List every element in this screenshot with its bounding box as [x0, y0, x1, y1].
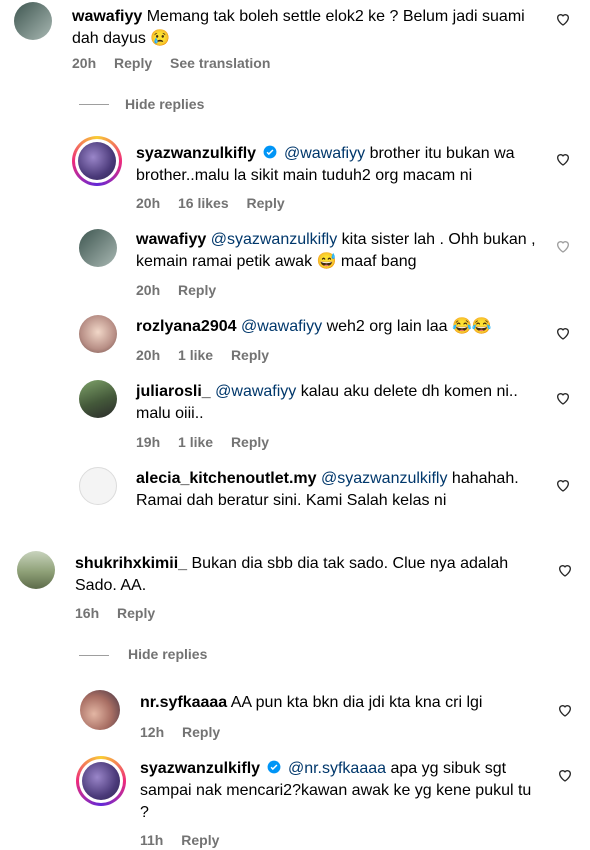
heart-icon[interactable] — [557, 562, 573, 578]
heart-icon[interactable] — [555, 11, 571, 27]
avatar[interactable] — [72, 136, 122, 186]
hide-replies-button[interactable]: Hide replies — [125, 96, 204, 112]
reply-body-continued: maaf bang — [340, 253, 417, 270]
emoji: 😅 — [316, 253, 337, 270]
comment-username[interactable]: wawafiyy — [72, 8, 142, 25]
hide-replies-button[interactable]: Hide replies — [128, 646, 207, 662]
comment-time: 20h — [72, 55, 97, 71]
reply-meta: 20h Reply — [136, 280, 230, 300]
heart-icon[interactable] — [555, 325, 571, 341]
reply-button[interactable]: Reply — [178, 282, 216, 298]
reply-text: syazwanzulkifly @wawafiyy brother itu bu… — [136, 143, 541, 187]
reply-meta: 12h Reply — [140, 722, 234, 742]
mention-link[interactable]: @syazwanzulkifly — [211, 231, 338, 248]
see-translation-button[interactable]: See translation — [170, 55, 270, 71]
verified-badge-icon — [263, 145, 276, 159]
reply-button[interactable]: Reply — [114, 55, 152, 71]
reply-button[interactable]: Reply — [182, 724, 220, 740]
avatar[interactable] — [17, 551, 55, 589]
reply-button[interactable]: Reply — [247, 195, 285, 211]
likes-count[interactable]: 16 likes — [178, 195, 229, 211]
reply-text: syazwanzulkifly @nr.syfkaaaa apa yg sibu… — [140, 758, 540, 824]
heart-icon[interactable] — [555, 238, 571, 254]
mention-link[interactable]: @syazwanzulkifly — [321, 470, 448, 487]
reply-text: juliarosli_ @wawafiyy kalau aku delete d… — [136, 381, 541, 425]
reply-time: 20h — [136, 195, 161, 211]
heart-icon[interactable] — [557, 702, 573, 718]
comment-meta: 20h Reply See translation — [72, 53, 284, 73]
avatar[interactable] — [79, 315, 117, 353]
reply-username[interactable]: alecia_kitchenoutlet.my — [136, 470, 317, 487]
avatar[interactable] — [14, 2, 52, 40]
reply-username[interactable]: syazwanzulkifly — [140, 760, 260, 777]
heart-icon[interactable] — [555, 151, 571, 167]
reply-meta: 20h 16 likes Reply — [136, 193, 299, 213]
divider — [79, 104, 109, 105]
avatar[interactable] — [79, 467, 117, 505]
reply-button[interactable]: Reply — [181, 832, 219, 848]
avatar[interactable] — [76, 756, 126, 806]
comment-username[interactable]: shukrihxkimii_ — [75, 555, 187, 572]
likes-count[interactable]: 1 like — [178, 434, 213, 450]
mention-link[interactable]: @nr.syfkaaaa — [288, 760, 386, 777]
avatar[interactable] — [79, 380, 117, 418]
emoji: 😂😂 — [452, 318, 492, 335]
reply-body: weh2 org lain laa — [326, 318, 448, 335]
reply-username[interactable]: rozlyana2904 — [136, 318, 237, 335]
reply-body: AA pun kta bkn dia jdi kta kna cri lgi — [230, 694, 483, 711]
mention-link[interactable]: @wawafiyy — [284, 145, 365, 162]
reply-time: 19h — [136, 434, 161, 450]
avatar[interactable] — [80, 690, 120, 730]
mention-link[interactable]: @wawafiyy — [215, 383, 296, 400]
heart-icon[interactable] — [557, 767, 573, 783]
reply-time: 11h — [140, 832, 164, 848]
reply-text: nr.syfkaaaa AA pun kta bkn dia jdi kta k… — [140, 692, 540, 714]
verified-badge-icon — [267, 760, 280, 774]
reply-meta: 20h 1 like Reply — [136, 345, 283, 365]
reply-time: 20h — [136, 282, 161, 298]
reply-time: 20h — [136, 347, 161, 363]
reply-username[interactable]: juliarosli_ — [136, 383, 211, 400]
reply-button[interactable]: Reply — [231, 434, 269, 450]
reply-meta: 19h 1 like Reply — [136, 432, 283, 452]
reply-button[interactable]: Reply — [231, 347, 269, 363]
comment-text: shukrihxkimii_ Bukan dia sbb dia tak sad… — [75, 553, 540, 597]
comment-meta: 16h Reply — [75, 603, 169, 623]
comment-time: 16h — [75, 605, 100, 621]
heart-icon[interactable] — [555, 477, 571, 493]
reply-text: rozlyana2904 @wawafiyy weh2 org lain laa… — [136, 316, 541, 338]
reply-time: 12h — [140, 724, 165, 740]
reply-text: alecia_kitchenoutlet.my @syazwanzulkifly… — [136, 468, 541, 512]
reply-meta: 11h Reply — [140, 830, 233, 850]
reply-button[interactable]: Reply — [117, 605, 155, 621]
reply-username[interactable]: wawafiyy — [136, 231, 206, 248]
avatar[interactable] — [79, 229, 117, 267]
reply-username[interactable]: nr.syfkaaaa — [140, 694, 227, 711]
divider — [79, 655, 109, 656]
mention-link[interactable]: @wawafiyy — [241, 318, 322, 335]
likes-count[interactable]: 1 like — [178, 347, 213, 363]
comment-text: wawafiyy Memang tak boleh settle elok2 k… — [72, 6, 542, 50]
emoji: 😢 — [150, 30, 171, 47]
heart-icon[interactable] — [555, 390, 571, 406]
reply-username[interactable]: syazwanzulkifly — [136, 145, 256, 162]
reply-text: wawafiyy @syazwanzulkifly kita sister la… — [136, 229, 541, 273]
